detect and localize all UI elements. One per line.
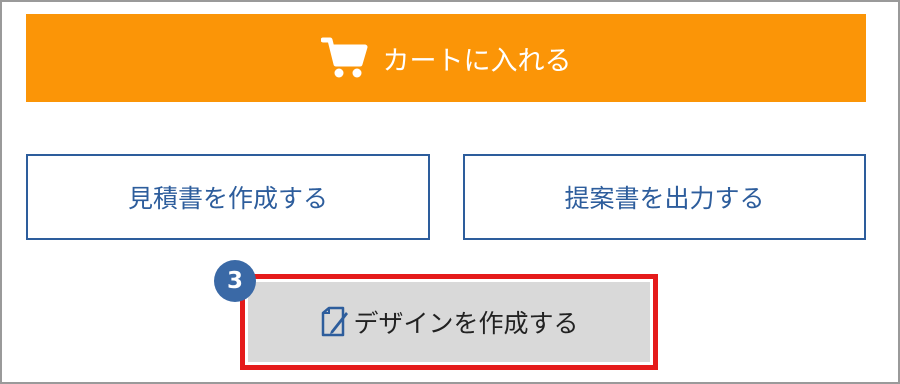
edit-document-icon bbox=[319, 306, 349, 338]
output-proposal-label: 提案書を出力する bbox=[564, 184, 765, 213]
step-number-badge: 3 bbox=[214, 260, 256, 302]
create-design-label: デザインを作成する bbox=[353, 309, 579, 338]
create-estimate-button[interactable]: 見積書を作成する bbox=[26, 154, 430, 240]
add-to-cart-button[interactable]: カートに入れる bbox=[26, 14, 866, 102]
step-number: 3 bbox=[226, 268, 243, 294]
cart-icon bbox=[320, 36, 369, 80]
output-proposal-button[interactable]: 提案書を出力する bbox=[463, 154, 866, 240]
screenshot-frame: カートに入れる 見積書を作成する 提案書を出力する デザインを作成する 3 bbox=[0, 0, 900, 384]
create-estimate-label: 見積書を作成する bbox=[127, 184, 328, 213]
create-design-button[interactable]: デザインを作成する bbox=[248, 282, 650, 362]
add-to-cart-label: カートに入れる bbox=[382, 45, 572, 77]
design-button-highlight: デザインを作成する bbox=[240, 274, 658, 370]
